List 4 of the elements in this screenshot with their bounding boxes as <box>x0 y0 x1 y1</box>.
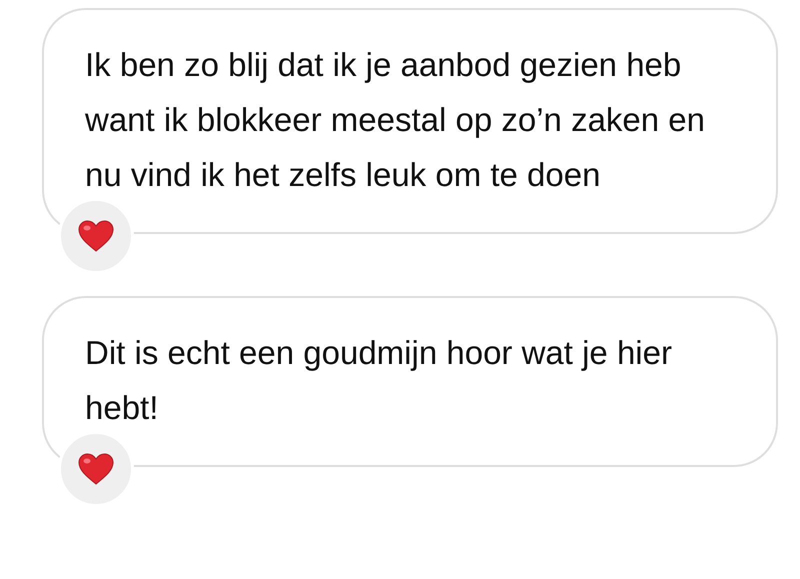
heart-icon <box>78 220 114 252</box>
heart-icon <box>78 453 114 485</box>
message-text: Dit is echt een goudmijn hoor wat je hier hebt! <box>85 333 673 428</box>
message-text: Ik ben zo blij dat ik je aanbod gezien heb want ik blokkeer meestal op zo’n zaken en nu vind ik het zelfs leuk om te doen <box>85 45 706 195</box>
